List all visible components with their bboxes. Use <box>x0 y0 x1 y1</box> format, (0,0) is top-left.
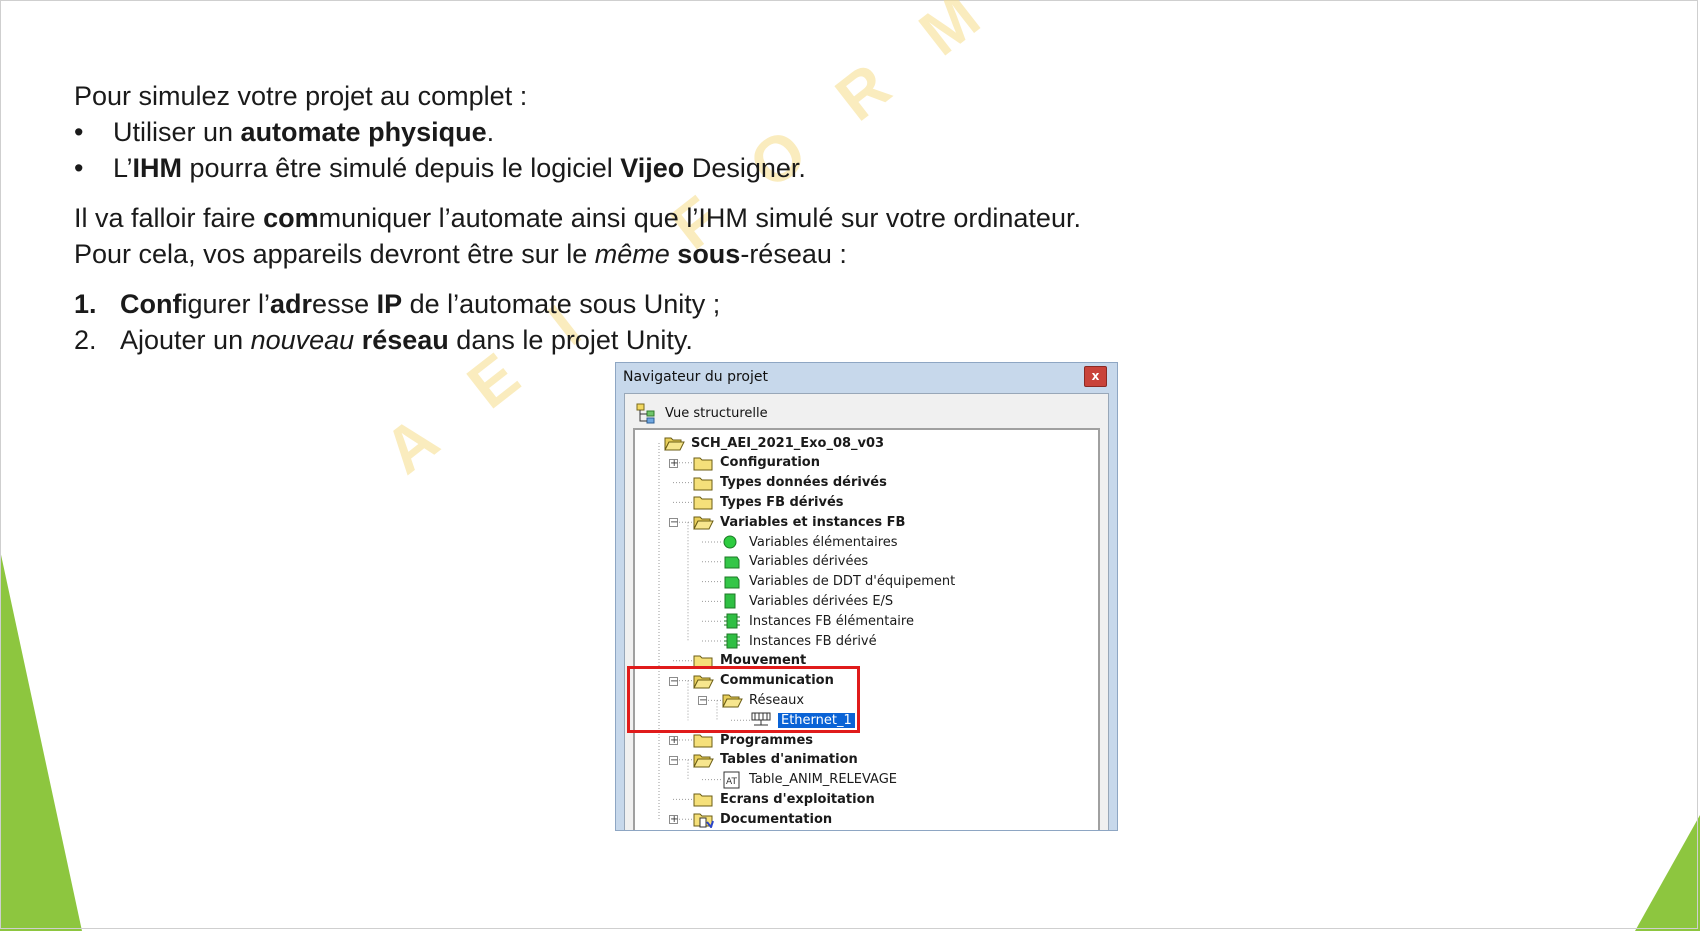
bullet-item: • Utiliser un automate physique. <box>74 114 1474 150</box>
tree-item-label: Instances FB élémentaire <box>749 613 914 629</box>
green-block-icon <box>724 556 740 569</box>
tree-item[interactable]: Mouvement <box>692 651 806 671</box>
tree-item-label: Ecrans d'exploitation <box>720 791 875 807</box>
folder-open-icon <box>722 694 743 708</box>
documentation-icon <box>693 813 714 829</box>
tree-item[interactable]: Instances FB élémentaire <box>721 611 914 631</box>
tree-item-label: Variables dérivées <box>749 554 869 570</box>
expand-icon[interactable]: + <box>669 815 678 825</box>
project-tree: SCH_AEI_2021_Exo_08_v03 Configuration + Typ… <box>633 428 1100 830</box>
tree-item[interactable]: Variables élémentaires <box>721 532 898 552</box>
bullet-bold: IHM <box>132 153 183 183</box>
tree-item-label: Documentation <box>720 811 833 827</box>
tree-item-label: Mouvement <box>720 653 807 669</box>
green-chip-icon <box>724 613 740 629</box>
tree-item-label: Variables dérivées E/S <box>749 593 894 609</box>
tree-item[interactable]: SCH_AEI_2021_Exo_08_v03 <box>663 433 884 453</box>
tree-item[interactable]: Ecrans d'exploitation <box>692 789 875 809</box>
close-button[interactable]: x <box>1084 366 1107 387</box>
folder-icon <box>693 457 713 471</box>
bullet-mark: • <box>74 117 84 147</box>
tree-item[interactable]: Réseaux <box>721 690 804 710</box>
folder-open-icon <box>693 516 714 530</box>
bullet-text: Designer. <box>684 153 806 183</box>
tree-item[interactable]: Types FB dérivés <box>692 492 844 512</box>
network-icon <box>751 712 771 726</box>
step-item: 1. Configurer l’adresse IP de l’automate… <box>74 286 1474 322</box>
bullet-bold: Vijeo <box>620 153 685 183</box>
folder-icon <box>693 734 713 748</box>
tab-structural-view[interactable]: Vue structurelle <box>635 402 768 424</box>
tree-item-label: Programmes <box>720 732 814 748</box>
folder-icon <box>693 477 713 491</box>
collapse-icon[interactable]: − <box>669 755 678 765</box>
bullet-mark: • <box>74 153 84 183</box>
tree-item[interactable]: AT Table_ANIM_RELEVAGE <box>721 770 897 790</box>
tree-item-label: Variables et instances FB <box>720 514 906 530</box>
bullet-text: L’ <box>113 153 133 183</box>
collapse-icon[interactable]: − <box>669 676 678 686</box>
tree-item-label: Réseaux <box>749 692 805 708</box>
tree-item-label: Variables de DDT d'équipement <box>749 574 956 590</box>
folder-icon <box>693 793 713 807</box>
step-number: 1. <box>74 289 97 319</box>
tree-item[interactable]: Variables dérivées E/S <box>721 591 893 611</box>
left-green-triangle <box>0 550 82 931</box>
paragraph-communication: Il va falloir faire communiquer l’automa… <box>74 203 1081 233</box>
paragraph-subnet: Pour cela, vos appareils devront être su… <box>74 239 847 269</box>
bullet-item: • L’IHM pourra être simulé depuis le log… <box>74 150 1474 186</box>
slide-text: Pour simulez votre projet au complet : •… <box>74 78 1474 358</box>
tree-item-label: Table_ANIM_RELEVAGE <box>749 772 898 788</box>
green-dot-icon <box>723 535 737 549</box>
green-chip-icon <box>724 633 740 649</box>
tree-item[interactable]: Ethernet_1 <box>750 710 856 730</box>
navigator-panel: Vue structurelle SCH_AEI_2021_Exo_08_v03… <box>624 393 1109 830</box>
svg-text:AT: AT <box>726 777 737 787</box>
bullet-text: Utiliser un <box>113 117 241 147</box>
folder-icon <box>693 496 713 510</box>
expand-icon[interactable]: + <box>669 736 678 746</box>
green-block-icon <box>724 576 740 589</box>
tree-item[interactable]: Communication <box>692 671 834 691</box>
tree-item-label: Ethernet_1 <box>777 711 856 729</box>
tree-item-label: SCH_AEI_2021_Exo_08_v03 <box>691 435 885 451</box>
animation-table-icon: AT <box>723 771 740 789</box>
folder-open-icon <box>693 675 714 689</box>
folder-open-icon <box>664 437 685 451</box>
intro-line: Pour simulez votre projet au complet : <box>74 81 528 111</box>
bullet-text: pourra être simulé depuis le logiciel <box>182 153 621 183</box>
tree-item[interactable]: Configuration <box>692 453 820 473</box>
collapse-icon[interactable]: − <box>669 518 678 528</box>
bullet-bold: automate physique <box>240 117 487 147</box>
tree-item[interactable]: Variables dérivées <box>721 552 868 572</box>
tree-item-label: Variables élémentaires <box>749 534 898 550</box>
tree-item-label: Configuration <box>720 455 820 471</box>
tree-item[interactable]: Tables d'animation <box>692 750 858 770</box>
tree-item[interactable]: Variables de DDT d'équipement <box>721 572 955 592</box>
tree-item[interactable]: Documentation <box>692 809 832 829</box>
collapse-icon[interactable]: − <box>698 696 707 706</box>
green-bar-icon <box>724 593 736 609</box>
tree-item[interactable]: Instances FB dérivé <box>721 631 877 651</box>
expand-icon[interactable]: + <box>669 458 678 468</box>
window-title: Navigateur du projet <box>623 369 768 385</box>
project-navigator-window: Navigateur du projet x Vue structurelle … <box>615 362 1118 831</box>
tree-item-label: Tables d'animation <box>720 752 858 768</box>
tree-item-label: Types données dérivés <box>720 475 887 491</box>
tree-item[interactable]: Variables et instances FB <box>692 512 905 532</box>
structure-view-icon <box>636 403 655 424</box>
bullet-text: . <box>486 117 495 147</box>
right-green-triangle <box>1635 815 1700 931</box>
folder-icon <box>693 655 713 669</box>
tree-item[interactable]: Types données dérivés <box>692 473 887 493</box>
step-item: 2. Ajouter un nouveau réseau dans le pro… <box>74 322 1474 358</box>
tree-item[interactable]: Programmes <box>692 730 813 750</box>
tree-item-label: Instances FB dérivé <box>749 633 877 649</box>
folder-open-icon <box>693 754 714 768</box>
step-number: 2. <box>74 325 97 355</box>
tree-item-label: Types FB dérivés <box>720 494 844 510</box>
tab-label: Vue structurelle <box>665 405 768 421</box>
tree-item-label: Communication <box>720 673 834 689</box>
